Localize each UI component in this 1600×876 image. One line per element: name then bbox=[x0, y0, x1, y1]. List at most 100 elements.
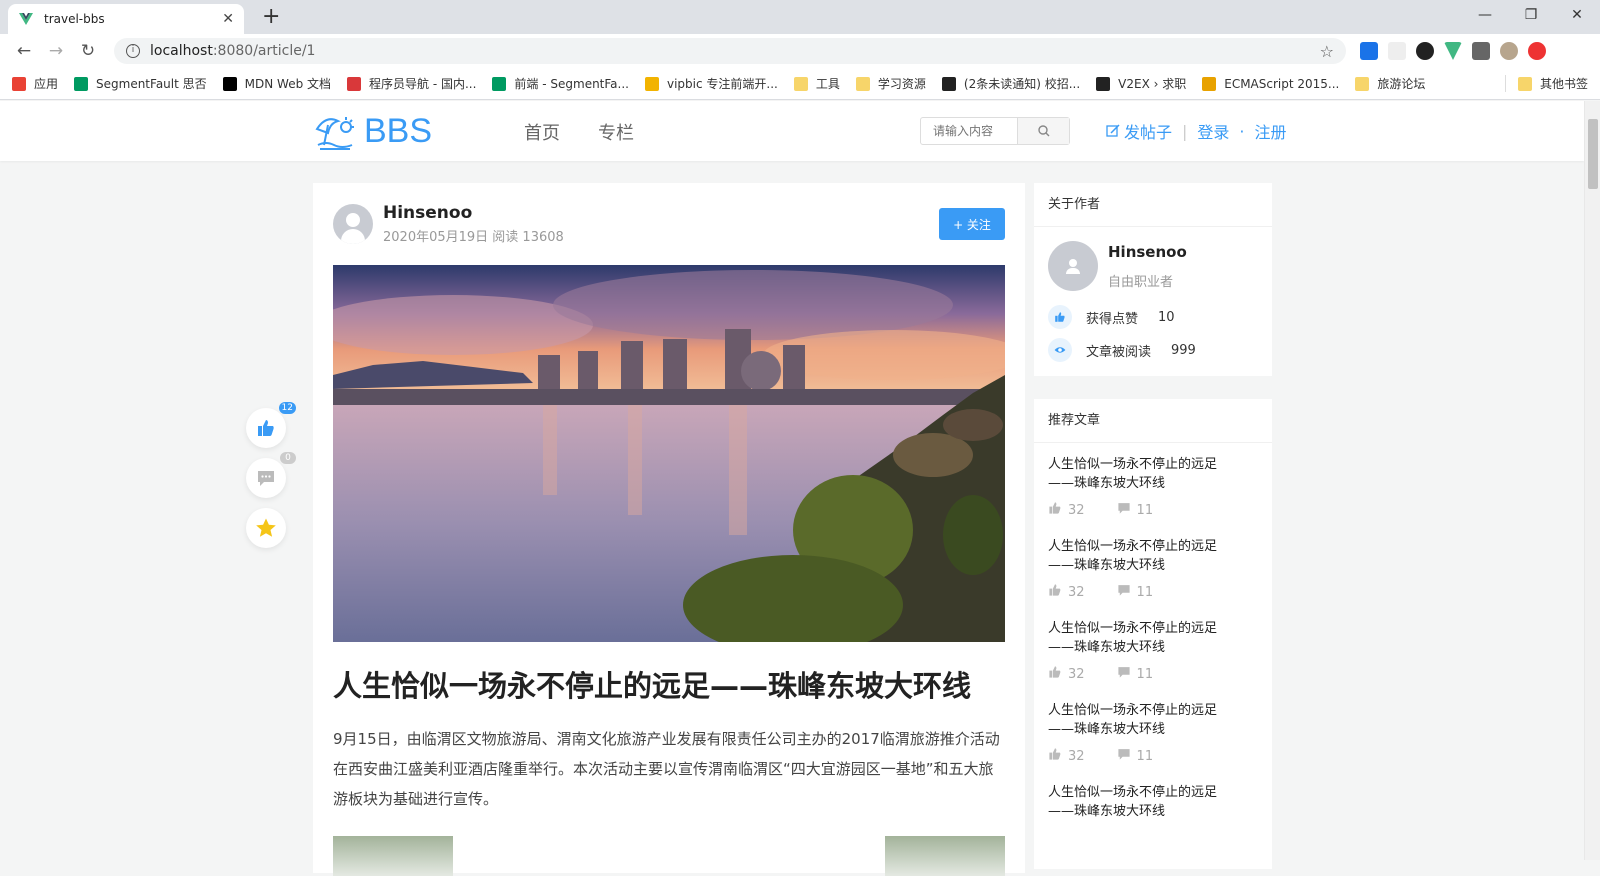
folder-icon bbox=[1517, 76, 1532, 91]
comment-icon bbox=[258, 471, 274, 486]
bookmark-item[interactable]: 旅游论坛 bbox=[1355, 75, 1425, 92]
recommend-meta: 32 11 bbox=[1048, 665, 1258, 683]
page-scrollbar[interactable] bbox=[1584, 101, 1600, 860]
bookmark-item[interactable]: 学习资源 bbox=[855, 75, 926, 92]
minimize-button[interactable]: — bbox=[1462, 4, 1508, 26]
recommend-meta: 32 11 bbox=[1048, 747, 1258, 765]
follow-button[interactable]: + 关注 bbox=[939, 208, 1005, 240]
browser-toolbar: ← → ↻ i localhost:8080/article/1 ☆ bbox=[0, 34, 1600, 68]
bookmark-item[interactable]: MDN Web 文档 bbox=[222, 75, 331, 92]
close-window-button[interactable]: ✕ bbox=[1554, 4, 1600, 26]
search-button[interactable] bbox=[1017, 118, 1069, 144]
recommend-likes: 32 bbox=[1068, 748, 1085, 764]
comment-icon bbox=[1117, 583, 1131, 601]
article-second-image bbox=[333, 836, 1005, 876]
extension-icon[interactable] bbox=[1472, 42, 1490, 60]
reload-button[interactable]: ↻ bbox=[74, 41, 102, 61]
bookmark-star-icon[interactable]: ☆ bbox=[1320, 42, 1334, 61]
author-meta: Hinsenoo 2020年05月19日 阅读 13608 bbox=[383, 203, 564, 245]
window-controls: — ❐ ✕ bbox=[1462, 4, 1600, 26]
forward-button[interactable]: → bbox=[42, 41, 70, 61]
bookmark-favicon-icon bbox=[1355, 76, 1370, 91]
reads-stat: 文章被阅读 999 bbox=[1048, 338, 1258, 362]
recommend-comments: 11 bbox=[1136, 502, 1154, 518]
new-tab-button[interactable]: + bbox=[262, 6, 280, 28]
address-bar[interactable]: i localhost:8080/article/1 ☆ bbox=[114, 38, 1346, 64]
register-link[interactable]: 注册 bbox=[1255, 119, 1287, 143]
header-actions: 发帖子 | 登录 · 注册 bbox=[1106, 119, 1287, 143]
other-bookmarks[interactable]: 其他书签 bbox=[1504, 75, 1588, 92]
update-icon[interactable] bbox=[1528, 42, 1546, 60]
login-link[interactable]: 登录 bbox=[1197, 119, 1229, 143]
bookmark-item[interactable]: 程序员导航 - 国内... bbox=[347, 75, 476, 92]
recommend-title[interactable]: 人生恰似一场永不停止的远足——珠峰东坡大环线 bbox=[1048, 537, 1228, 575]
bookmark-item[interactable]: vipbic 专注前端开... bbox=[644, 75, 778, 92]
bookmark-item[interactable]: 工具 bbox=[793, 75, 840, 92]
recommend-title[interactable]: 人生恰似一场永不停止的远足——珠峰东坡大环线 bbox=[1048, 701, 1228, 739]
author-row: Hinsenoo 2020年05月19日 阅读 13608 + 关注 bbox=[333, 203, 1005, 245]
search-input[interactable] bbox=[921, 118, 1017, 144]
bookmark-item[interactable]: SegmentFault 思否 bbox=[74, 75, 207, 92]
like-float-button[interactable]: 12 bbox=[246, 402, 296, 448]
extension-icon[interactable] bbox=[1360, 42, 1378, 60]
bookmark-label: 学习资源 bbox=[877, 77, 926, 91]
edit-icon bbox=[1106, 124, 1120, 137]
profile-avatar[interactable] bbox=[1500, 42, 1518, 60]
recommend-item[interactable]: 人生恰似一场永不停止的远足——珠峰东坡大环线 32 11 bbox=[1034, 525, 1272, 607]
extension-icon[interactable] bbox=[1388, 42, 1406, 60]
bookmark-favicon-icon bbox=[941, 76, 956, 91]
likes-value: 10 bbox=[1158, 309, 1175, 325]
restore-button[interactable]: ❐ bbox=[1508, 4, 1554, 26]
recommend-item[interactable]: 人生恰似一场永不停止的远足——珠峰东坡大环线 32 11 bbox=[1034, 689, 1272, 771]
comment-icon bbox=[1117, 501, 1131, 519]
comment-float-button[interactable]: 0 bbox=[246, 452, 296, 498]
vue-devtools-icon[interactable] bbox=[1444, 42, 1462, 60]
recommend-title[interactable]: 人生恰似一场永不停止的远足——珠峰东坡大环线 bbox=[1048, 783, 1228, 821]
recommend-item[interactable]: 人生恰似一场永不停止的远足——珠峰东坡大环线 32 11 bbox=[1034, 443, 1272, 525]
recommend-comments: 11 bbox=[1136, 666, 1154, 682]
bookmark-item[interactable]: V2EX › 求职 bbox=[1096, 75, 1186, 92]
recommend-comments: 11 bbox=[1136, 584, 1154, 600]
about-avatar[interactable] bbox=[1048, 241, 1098, 291]
site-info-icon[interactable]: i bbox=[126, 44, 140, 58]
thumbs-up-icon bbox=[1048, 747, 1062, 765]
recommend-item[interactable]: 人生恰似一场永不停止的远足——珠峰东坡大环线 32 11 bbox=[1034, 607, 1272, 689]
recommend-header: 推荐文章 bbox=[1034, 399, 1272, 443]
bookmark-item[interactable]: 前端 - SegmentFa... bbox=[492, 75, 629, 92]
extension-icon[interactable] bbox=[1416, 42, 1434, 60]
author-avatar[interactable] bbox=[333, 204, 373, 244]
beach-umbrella-icon bbox=[315, 117, 354, 150]
bookmark-favicon-icon bbox=[74, 76, 89, 91]
bookmark-item[interactable]: 应用 bbox=[12, 75, 58, 92]
about-name[interactable]: Hinsenoo bbox=[1108, 243, 1187, 261]
likes-stat: 获得点赞 10 bbox=[1048, 305, 1258, 329]
thumbs-up-icon bbox=[1048, 665, 1062, 683]
recommend-item[interactable]: 人生恰似一场永不停止的远足——珠峰东坡大环线 bbox=[1034, 771, 1272, 827]
vue-logo-icon bbox=[19, 13, 33, 25]
article-date-reads: 2020年05月19日 阅读 13608 bbox=[383, 230, 564, 245]
site-logo[interactable]: BBS bbox=[314, 111, 432, 151]
tab-close-icon[interactable]: ✕ bbox=[222, 11, 234, 27]
about-job: 自由职业者 bbox=[1108, 274, 1174, 290]
recommend-title[interactable]: 人生恰似一场永不停止的远足——珠峰东坡大环线 bbox=[1048, 619, 1228, 657]
bookmark-item[interactable]: (2条未读通知) 校招... bbox=[941, 75, 1080, 92]
bookmark-label: 旅游论坛 bbox=[1377, 77, 1426, 91]
scrollbar-thumb[interactable] bbox=[1588, 119, 1598, 189]
nav-home[interactable]: 首页 bbox=[524, 119, 560, 145]
search-icon bbox=[1037, 125, 1049, 137]
favorite-float-button[interactable] bbox=[246, 508, 286, 548]
author-name[interactable]: Hinsenoo bbox=[383, 203, 564, 223]
bookmark-item[interactable]: ECMAScript 2015... bbox=[1202, 76, 1339, 91]
nav-column[interactable]: 专栏 bbox=[598, 119, 634, 145]
image-fragment bbox=[333, 836, 453, 876]
recommend-meta: 32 11 bbox=[1048, 583, 1258, 601]
about-author-row: Hinsenoo 自由职业者 bbox=[1048, 241, 1258, 291]
bookmark-favicon-icon bbox=[222, 76, 237, 91]
browser-tab[interactable]: travel-bbs ✕ bbox=[8, 4, 244, 34]
thumbs-up-icon bbox=[1048, 583, 1062, 601]
recommend-title[interactable]: 人生恰似一场永不停止的远足——珠峰东坡大环线 bbox=[1048, 455, 1228, 493]
comment-icon bbox=[1117, 747, 1131, 765]
eye-icon bbox=[1048, 338, 1072, 362]
post-button[interactable]: 发帖子 bbox=[1106, 119, 1172, 143]
back-button[interactable]: ← bbox=[10, 41, 38, 61]
